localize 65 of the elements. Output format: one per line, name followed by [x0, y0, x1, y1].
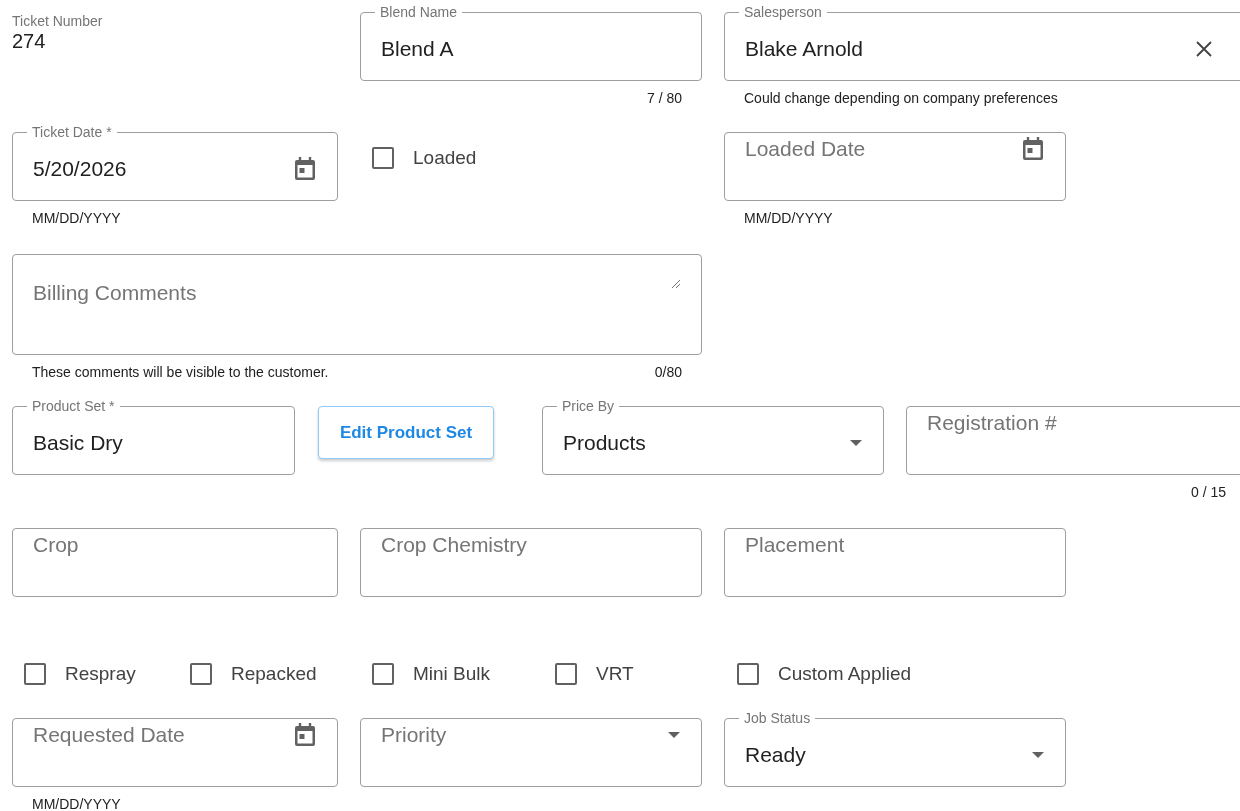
checkbox[interactable] — [190, 663, 212, 686]
caret-icon[interactable] — [667, 730, 681, 739]
checkbox[interactable] — [555, 663, 577, 686]
checkbox-label: Mini Bulk — [413, 662, 491, 686]
checkbox[interactable] — [24, 663, 46, 686]
checkbox[interactable] — [372, 147, 394, 170]
helper-text: MM/DD/YYYY — [32, 209, 121, 228]
input-field[interactable]: Requested Date — [12, 718, 338, 787]
field-value: Blake Arnold — [745, 35, 864, 62]
field-value: Blend A — [381, 35, 455, 62]
calendar-icon[interactable] — [1021, 135, 1045, 162]
character-counter: 0 / 15 — [1190, 483, 1226, 502]
calendar-icon[interactable] — [293, 721, 317, 748]
field-label: Ticket Date * — [31, 123, 113, 141]
checkbox-label: Repacked — [231, 662, 317, 686]
helper-text: These comments will be visible to the customer. — [32, 363, 329, 382]
field-value: Products — [563, 429, 647, 456]
field-placeholder: Billing Comments — [33, 280, 197, 306]
edit-product-set-button[interactable]: Edit Product Set — [318, 406, 494, 459]
input-field[interactable]: Blend Name Blend A — [360, 3, 702, 81]
input-field[interactable]: Ticket Date * 5/20/2026 — [12, 123, 338, 201]
field-placeholder: Registration # — [927, 410, 1058, 436]
character-counter: 0/80 — [654, 363, 682, 382]
checkbox[interactable] — [372, 663, 394, 686]
checkbox-label: Loaded — [413, 146, 477, 170]
comments-field[interactable]: Billing Comments — [12, 254, 702, 355]
helper-text: MM/DD/YYYY — [32, 795, 121, 811]
field-label: Blend Name — [379, 3, 459, 21]
input-field[interactable]: Priority — [360, 718, 702, 787]
input-field[interactable]: Registration # — [906, 406, 1240, 475]
field-label: Price By — [561, 397, 616, 415]
field-label: Job Status — [743, 709, 812, 727]
caret-icon[interactable] — [1031, 750, 1045, 759]
ticket-number: 274 — [12, 30, 47, 52]
field-placeholder: Loaded Date — [745, 136, 867, 162]
input-field[interactable]: Salesperson Blake Arnold — [724, 3, 1240, 81]
field-label: Salesperson — [743, 3, 823, 21]
checkbox[interactable] — [737, 663, 759, 686]
helper-text: Could change depending on company preferences — [744, 89, 1058, 108]
field-value: Ready — [745, 741, 807, 768]
input-field[interactable]: Price By Products — [542, 397, 884, 475]
field-placeholder: Crop Chemistry — [381, 532, 528, 558]
field-value: 5/20/2026 — [33, 155, 128, 182]
field-placeholder: Priority — [381, 722, 448, 748]
input-field[interactable]: Crop Chemistry — [360, 528, 702, 597]
caret-icon[interactable] — [849, 438, 863, 447]
input-field[interactable]: Crop — [12, 528, 338, 597]
input-field[interactable]: Product Set * Basic Dry — [12, 397, 295, 475]
character-counter: 7 / 80 — [646, 89, 682, 108]
checkbox-label: Custom Applied — [778, 662, 912, 686]
input-field[interactable]: Placement — [724, 528, 1066, 597]
input-field[interactable]: Loaded Date — [724, 132, 1066, 201]
field-placeholder: Placement — [745, 532, 846, 558]
close-icon[interactable] — [1195, 39, 1213, 58]
calendar-icon[interactable] — [293, 155, 317, 182]
helper-text: MM/DD/YYYY — [744, 209, 833, 228]
field-value: Basic Dry — [33, 429, 124, 456]
checkbox-label: VRT — [596, 662, 634, 686]
field-label: Ticket Number — [12, 12, 104, 30]
resize-handle-icon[interactable] — [671, 278, 681, 289]
field-placeholder: Requested Date — [33, 722, 186, 748]
field-label: Product Set * — [31, 397, 116, 415]
field-placeholder: Crop — [33, 532, 80, 558]
checkbox-label: Respray — [65, 662, 136, 686]
input-field[interactable]: Job Status Ready — [724, 709, 1066, 787]
